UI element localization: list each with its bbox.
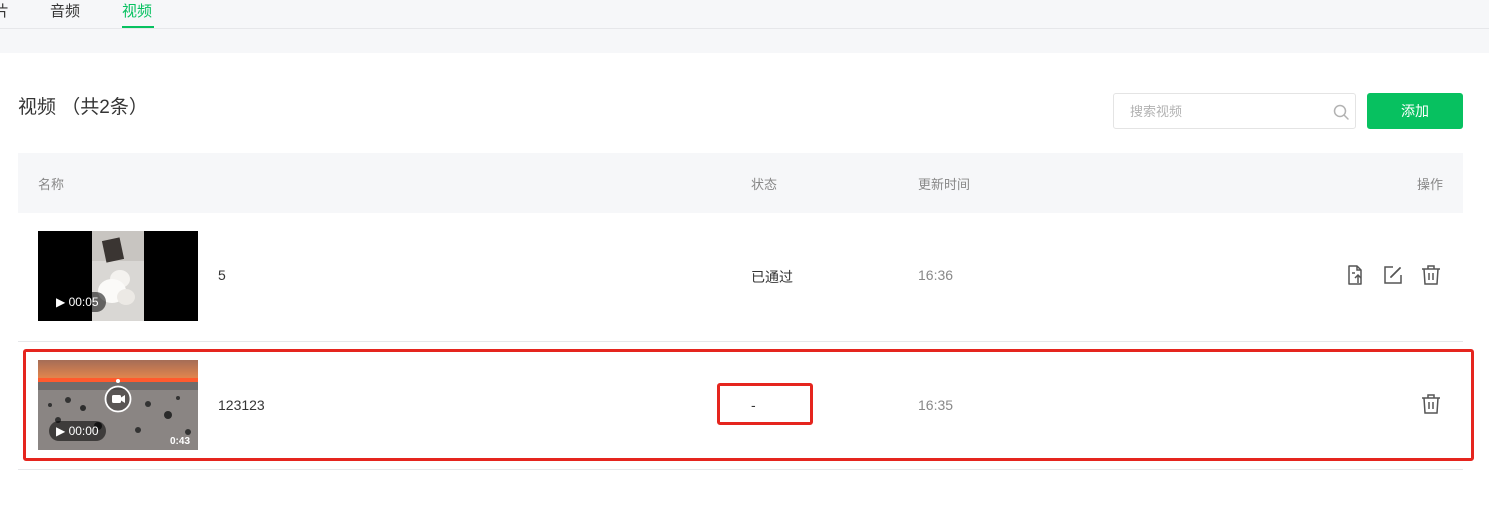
duration-badge: ▶ 00:05: [49, 292, 106, 312]
search-icon[interactable]: [1332, 103, 1350, 121]
upload-icon[interactable]: [1344, 264, 1366, 286]
video-thumbnail[interactable]: ▶ 00:05: [38, 231, 198, 321]
search-box[interactable]: [1113, 93, 1356, 129]
active-tab-indicator: [122, 26, 154, 28]
edit-icon[interactable]: [1382, 264, 1404, 286]
trash-icon[interactable]: [1420, 264, 1442, 286]
tab-audio[interactable]: 音频: [50, 3, 80, 21]
header-spacer: [0, 29, 1489, 53]
search-input[interactable]: [1114, 94, 1324, 128]
update-time: 16:36: [918, 267, 954, 283]
column-header-name: 名称: [38, 177, 65, 192]
video-name: 5: [218, 267, 226, 283]
page-title: 视频 （共2条）: [18, 97, 148, 118]
column-header-status: 状态: [751, 177, 778, 192]
table-header: 名称 状态 更新时间 操作: [18, 153, 1463, 213]
media-tab-bar: 片 音频 视频: [0, 0, 1489, 29]
tab-image[interactable]: 片: [0, 3, 9, 21]
tab-video[interactable]: 视频: [122, 3, 152, 21]
column-header-time: 更新时间: [918, 177, 971, 192]
column-header-ops: 操作: [1416, 177, 1443, 192]
status-text: 已通过: [751, 269, 793, 285]
table-row: ▶ 00:05 5 已通过 16:36: [18, 213, 1463, 342]
highlight-box-status: [717, 383, 813, 425]
add-button[interactable]: 添加: [1367, 93, 1463, 129]
